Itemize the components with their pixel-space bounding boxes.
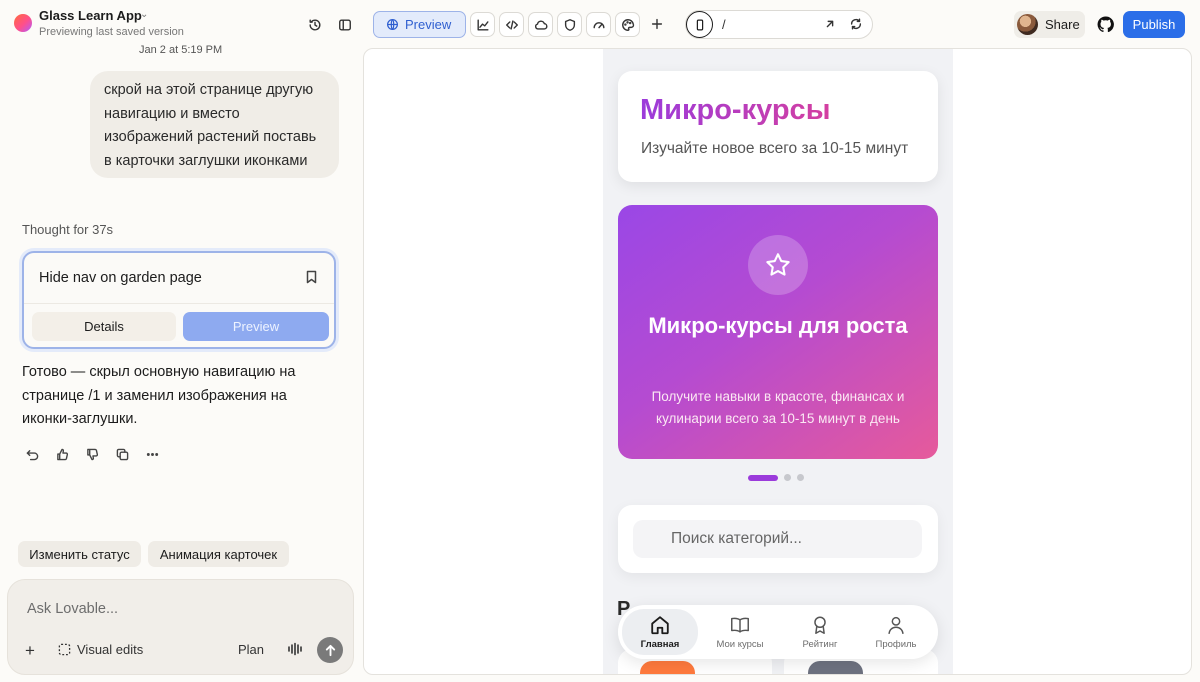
message-actions [24, 446, 160, 462]
preview-status-text: Previewing last saved version [39, 26, 184, 38]
user-message-bubble: скрой на этой странице другую навигацию … [90, 71, 339, 178]
book-icon [731, 617, 749, 633]
analytics-icon[interactable] [470, 12, 495, 37]
suggestion-chip[interactable]: Изменить статус [18, 541, 141, 567]
category-search-input[interactable]: Поиск категорий... [633, 520, 922, 558]
nav-item-home[interactable]: Главная [622, 609, 698, 655]
external-link-icon[interactable] [822, 16, 838, 32]
palette-icon[interactable] [615, 12, 640, 37]
github-icon[interactable] [1093, 12, 1117, 36]
sidebar-toggle-icon[interactable] [336, 16, 354, 34]
shield-icon[interactable] [557, 12, 582, 37]
task-card: Hide nav on garden page Details Preview [22, 251, 336, 349]
preview-frame: Микро-курсы Изучайте новое всего за 10-1… [363, 48, 1192, 675]
more-options-icon[interactable] [144, 446, 160, 462]
carousel-dot-active[interactable] [748, 474, 778, 481]
avatar [1017, 14, 1038, 35]
mobile-device-icon[interactable] [686, 11, 713, 38]
globe-icon [387, 19, 398, 30]
hero-description: Получите навыки в красоте, финансах и ку… [651, 389, 905, 426]
copy-icon[interactable] [114, 446, 130, 462]
hero-title: Микро-курсы для роста [648, 313, 908, 338]
lovable-logo-icon[interactable] [14, 14, 32, 32]
chat-input[interactable]: Ask Lovable... [27, 601, 118, 617]
category-icon-placeholder [640, 661, 695, 674]
bottom-navigation: Главная Мои курсы Рейтинг Профиль [618, 605, 938, 659]
attach-plus-icon[interactable]: + [25, 641, 35, 661]
visual-edits-icon [58, 643, 71, 656]
award-icon [814, 616, 826, 634]
send-button[interactable] [317, 637, 343, 663]
page-subtitle: Изучайте новое всего за 10-15 минут [641, 140, 909, 157]
cloud-icon[interactable] [528, 12, 553, 37]
user-icon [888, 616, 904, 634]
thumbs-down-icon[interactable] [84, 446, 100, 462]
code-icon[interactable] [499, 12, 524, 37]
nav-label: Рейтинг [802, 639, 838, 650]
bookmark-icon[interactable] [305, 270, 318, 289]
nav-item-profile[interactable]: Профиль [858, 605, 934, 659]
arrow-up-icon [325, 644, 335, 656]
nav-item-rating[interactable]: Рейтинг [782, 605, 858, 659]
refresh-icon[interactable] [848, 16, 864, 32]
history-icon[interactable] [306, 16, 324, 34]
search-placeholder: Поиск категорий... [671, 530, 802, 547]
project-title[interactable]: Glass Learn App [39, 8, 142, 23]
star-icon [748, 235, 808, 295]
preview-tab-label: Preview [405, 17, 452, 32]
undo-icon[interactable] [24, 446, 40, 462]
divider [24, 303, 334, 304]
plan-button[interactable]: Plan [238, 642, 264, 657]
nav-label: Мои курсы [716, 639, 764, 650]
suggestion-chip[interactable]: Анимация карточек [148, 541, 289, 567]
page-header-card: Микро-курсы Изучайте новое всего за 10-1… [618, 71, 938, 182]
hero-banner[interactable]: Микро-курсы для роста Получите навыки в … [618, 205, 938, 459]
top-bar: Glass Learn App ⌄ Previewing last saved … [0, 0, 1200, 48]
preview-tab[interactable]: Preview [373, 11, 466, 38]
page-title: Микро-курсы [640, 94, 831, 126]
url-bar[interactable] [685, 10, 873, 39]
voice-waveform-icon[interactable] [287, 642, 303, 661]
task-preview-button[interactable]: Preview [183, 312, 329, 341]
chat-composer: Ask Lovable... + Visual edits Plan [7, 579, 354, 675]
assistant-reply: Готово — скрыл основную навигацию на стр… [22, 364, 296, 427]
chat-panel: Jan 2 at 5:19 PM скрой на этой странице … [0, 44, 362, 682]
publish-button[interactable]: Publish [1123, 11, 1185, 38]
url-path[interactable]: / [722, 17, 726, 32]
category-icon-placeholder [808, 661, 863, 674]
visual-edits-label: Visual edits [77, 642, 144, 657]
thought-duration[interactable]: Thought for 37s [22, 222, 113, 237]
carousel-dot[interactable] [797, 474, 804, 481]
message-timestamp: Jan 2 at 5:19 PM [139, 44, 223, 56]
nav-item-my-courses[interactable]: Мои курсы [702, 605, 778, 659]
carousel-dot[interactable] [784, 474, 791, 481]
nav-label: Профиль [875, 639, 917, 650]
search-card: Поиск категорий... [618, 505, 938, 573]
carousel-indicators [748, 474, 804, 481]
home-icon [651, 616, 669, 635]
mobile-preview: Микро-курсы Изучайте новое всего за 10-1… [603, 49, 953, 674]
visual-edits-button[interactable]: Visual edits [58, 642, 143, 657]
chevron-down-icon[interactable]: ⌄ [140, 9, 148, 20]
nav-label: Главная [640, 639, 680, 650]
speed-gauge-icon[interactable] [586, 12, 611, 37]
share-button[interactable]: Share [1014, 11, 1085, 38]
share-label: Share [1045, 17, 1080, 32]
task-title: Hide nav on garden page [39, 270, 202, 286]
thumbs-up-icon[interactable] [54, 446, 70, 462]
plus-icon[interactable] [648, 15, 666, 33]
details-button[interactable]: Details [32, 312, 176, 341]
